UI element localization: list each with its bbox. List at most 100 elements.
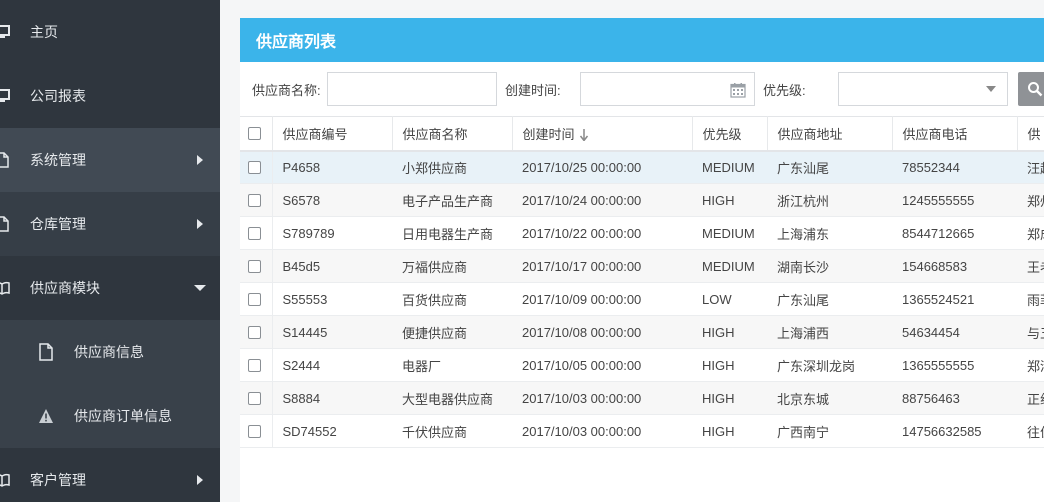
column-header[interactable]: 供应商编号 bbox=[272, 116, 393, 152]
table-cell: 万福供应商 bbox=[392, 249, 512, 283]
table-cell: 郑清 bbox=[1017, 348, 1044, 382]
sidebar-item-company-report[interactable]: 公司报表 bbox=[0, 64, 220, 128]
column-header[interactable]: 供应商地址 bbox=[767, 116, 893, 152]
sidebar-subitem-label: 供应商订单信息 bbox=[74, 408, 172, 424]
table-row[interactable]: S6578 电子产品生产商 2017/10/24 00:00:00 HIGH 浙江杭州 1… bbox=[240, 183, 1044, 217]
table-cell: 1365555555 bbox=[892, 348, 1017, 382]
select-all-cell bbox=[240, 116, 273, 152]
row-checkbox[interactable] bbox=[248, 259, 261, 273]
file-icon bbox=[0, 216, 9, 232]
table-cell: 78552344 bbox=[892, 150, 1017, 184]
table-cell: 湖南长沙 bbox=[767, 249, 892, 283]
table-cell: 上海浦西 bbox=[767, 315, 892, 349]
sidebar-item-label: 主页 bbox=[30, 24, 58, 40]
created-time-input[interactable] bbox=[580, 72, 755, 106]
table-cell: 正组 bbox=[1017, 381, 1044, 415]
supplier-name-input[interactable] bbox=[327, 72, 497, 106]
sidebar-item-system-management[interactable]: 系统管理 bbox=[0, 128, 220, 192]
chevron-right-icon bbox=[197, 155, 203, 165]
table-cell: HIGH bbox=[692, 381, 767, 415]
search-button[interactable] bbox=[1018, 72, 1044, 106]
row-checkbox[interactable] bbox=[248, 160, 261, 174]
file-icon bbox=[39, 343, 53, 361]
table-cell: 百货供应商 bbox=[392, 282, 512, 316]
table-cell: P4658 bbox=[272, 150, 392, 184]
row-select-cell bbox=[240, 150, 273, 184]
sidebar-item-label: 供应商模块 bbox=[30, 280, 100, 296]
table-cell: 2017/10/25 00:00:00 bbox=[512, 150, 692, 184]
column-header[interactable]: 供应商名称 bbox=[392, 116, 513, 152]
table-cell: 广西南宁 bbox=[767, 414, 892, 448]
row-checkbox[interactable] bbox=[248, 424, 261, 438]
table-cell: HIGH bbox=[692, 414, 767, 448]
panel-title: 供应商列表 bbox=[240, 18, 1044, 62]
row-select-cell bbox=[240, 249, 273, 283]
table-cell: 8544712665 bbox=[892, 216, 1017, 250]
sidebar-item-supplier-module[interactable]: 供应商模块 bbox=[0, 256, 220, 320]
table-row[interactable]: S2444 电器厂 2017/10/05 00:00:00 HIGH 广东深圳龙岗 136… bbox=[240, 348, 1044, 382]
sort-descending-icon[interactable] bbox=[579, 129, 589, 142]
table-cell: 往佳 bbox=[1017, 414, 1044, 448]
table-cell: 电子产品生产商 bbox=[392, 183, 512, 217]
row-checkbox[interactable] bbox=[248, 325, 261, 339]
column-header[interactable]: 优先级 bbox=[692, 116, 768, 152]
table-cell: 上海浦东 bbox=[767, 216, 892, 250]
sidebar: 主页 公司报表 系统管理 仓库管理 供应商模块 供应商信息 供应商订单信息 客户… bbox=[0, 0, 220, 502]
column-header-created-time[interactable]: 创建时间 bbox=[512, 116, 693, 152]
row-select-cell bbox=[240, 414, 273, 448]
row-checkbox[interactable] bbox=[248, 226, 261, 240]
row-select-cell bbox=[240, 216, 273, 250]
monitor-icon bbox=[0, 25, 10, 38]
table-row[interactable]: S8884 大型电器供应商 2017/10/03 00:00:00 HIGH 北京东城 8… bbox=[240, 381, 1044, 415]
monitor-icon bbox=[0, 89, 10, 102]
table-cell: 广东汕尾 bbox=[767, 282, 892, 316]
table-cell: 1365524521 bbox=[892, 282, 1017, 316]
table-cell: 千伏供应商 bbox=[392, 414, 512, 448]
table-cell: 电器厂 bbox=[392, 348, 512, 382]
calendar-icon[interactable] bbox=[730, 82, 746, 98]
table-cell: 小郑供应商 bbox=[392, 150, 512, 184]
table-cell: HIGH bbox=[692, 315, 767, 349]
table-row[interactable]: SD74552 千伏供应商 2017/10/03 00:00:00 HIGH 广西南宁 1… bbox=[240, 414, 1044, 448]
row-checkbox[interactable] bbox=[248, 193, 261, 207]
row-checkbox[interactable] bbox=[248, 358, 261, 372]
chevron-down-icon bbox=[986, 86, 996, 92]
table-cell: S14445 bbox=[272, 315, 392, 349]
column-header[interactable]: 供 bbox=[1017, 116, 1044, 152]
row-select-cell bbox=[240, 381, 273, 415]
table-row[interactable]: B45d5 万福供应商 2017/10/17 00:00:00 MEDIUM 湖南长沙 1… bbox=[240, 249, 1044, 283]
table-row[interactable]: S789789 日用电器生产商 2017/10/22 00:00:00 MEDIUM 上… bbox=[240, 216, 1044, 250]
book-icon bbox=[0, 281, 10, 295]
sidebar-item-label: 公司报表 bbox=[30, 88, 86, 104]
table-cell: 郑州 bbox=[1017, 183, 1044, 217]
table-cell: S6578 bbox=[272, 183, 392, 217]
table-cell: 便捷供应商 bbox=[392, 315, 512, 349]
table-row[interactable]: S55553 百货供应商 2017/10/09 00:00:00 LOW 广东汕尾 136… bbox=[240, 282, 1044, 316]
table-cell: 广东深圳龙岗 bbox=[767, 348, 892, 382]
table-row[interactable]: P4658 小郑供应商 2017/10/25 00:00:00 MEDIUM 广东汕尾 7… bbox=[240, 150, 1044, 184]
table-cell: 郑成 bbox=[1017, 216, 1044, 250]
table-cell: 王老 bbox=[1017, 249, 1044, 283]
sidebar-item-home[interactable]: 主页 bbox=[0, 0, 220, 64]
row-checkbox[interactable] bbox=[248, 391, 261, 405]
column-header[interactable]: 供应商电话 bbox=[892, 116, 1018, 152]
sidebar-subitem-label: 供应商信息 bbox=[74, 344, 144, 360]
table-cell: 2017/10/03 00:00:00 bbox=[512, 381, 692, 415]
sidebar-item-warehouse-management[interactable]: 仓库管理 bbox=[0, 192, 220, 256]
sidebar-subitem-supplier-info[interactable]: 供应商信息 bbox=[0, 320, 220, 384]
table-cell: 北京东城 bbox=[767, 381, 892, 415]
select-all-checkbox[interactable] bbox=[248, 126, 261, 140]
table-row[interactable]: S14445 便捷供应商 2017/10/08 00:00:00 HIGH 上海浦西 54… bbox=[240, 315, 1044, 349]
table-cell: 1245555555 bbox=[892, 183, 1017, 217]
row-select-cell bbox=[240, 183, 273, 217]
sidebar-subitem-supplier-order-info[interactable]: 供应商订单信息 bbox=[0, 384, 220, 448]
supplier-list-panel: 供应商列表 供应商名称: 创建时间: 优先级: 供应商编号 供应商名称 创建时间… bbox=[240, 18, 1044, 502]
table-header-row: 供应商编号 供应商名称 创建时间 优先级 供应商地址 供应商电话 供 bbox=[240, 116, 1044, 152]
sidebar-item-customer-management[interactable]: 客户管理 bbox=[0, 448, 220, 502]
priority-select[interactable] bbox=[838, 72, 1008, 106]
table-cell: MEDIUM bbox=[692, 216, 767, 250]
row-checkbox[interactable] bbox=[248, 292, 261, 306]
warning-icon bbox=[39, 409, 53, 423]
table-cell: 54634454 bbox=[892, 315, 1017, 349]
table-cell: 雨菲 bbox=[1017, 282, 1044, 316]
